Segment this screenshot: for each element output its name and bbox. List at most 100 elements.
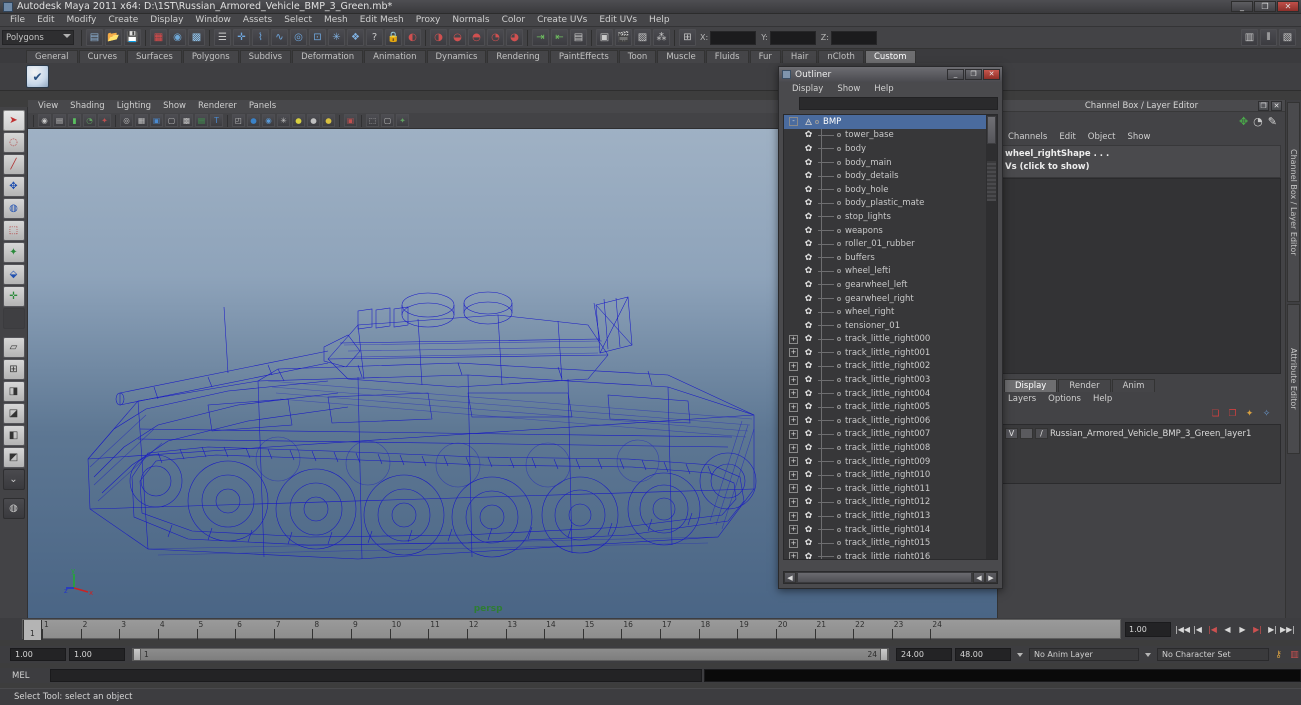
layer-menu-help[interactable]: Help — [1087, 394, 1118, 404]
smooth-shade-icon[interactable]: ● — [247, 114, 260, 127]
outliner-row[interactable]: ✿ wheel_right — [784, 305, 986, 319]
scroll-left-button-2[interactable]: ◀ — [973, 572, 985, 583]
select-tool[interactable]: ➤ — [2, 110, 25, 131]
expander-toggle[interactable]: + — [789, 470, 798, 480]
paint-select-tool[interactable]: ╱ — [2, 154, 25, 175]
outliner-menu-display[interactable]: Display — [785, 84, 830, 94]
shelf-tab-curves[interactable]: Curves — [78, 50, 127, 63]
expander-toggle[interactable]: + — [789, 402, 798, 412]
go-to-end-icon[interactable]: ▶▶| — [1280, 622, 1295, 637]
shelf-tab-custom[interactable]: Custom — [864, 50, 916, 63]
character-set-selector[interactable]: No Character Set — [1157, 648, 1269, 661]
outliner-row[interactable]: + ✿ track_little_right007 — [784, 428, 986, 442]
chevron-down-icon-2[interactable] — [1145, 652, 1151, 657]
step-forward-frame-icon[interactable]: ▶| — [1265, 622, 1280, 637]
outliner-row[interactable]: + ✿ track_little_right001 — [784, 346, 986, 360]
go-to-start-icon[interactable]: |◀◀ — [1175, 622, 1190, 637]
shelf-tab-toon[interactable]: Toon — [618, 50, 657, 63]
outliner-search-input[interactable] — [799, 97, 998, 110]
menu-set-selector[interactable]: Polygons — [2, 30, 74, 45]
shelf-tab-subdivs[interactable]: Subdivs — [239, 50, 292, 63]
checkmark-shelf-icon[interactable]: ✔ — [26, 65, 49, 88]
outliner-row[interactable]: ✿ body — [784, 142, 986, 156]
wireframe-icon[interactable]: ◰ — [232, 114, 245, 127]
shelf-tab-painteffects[interactable]: PaintEffects — [549, 50, 618, 63]
expander-toggle[interactable] — [789, 240, 798, 249]
playback-end-time-field[interactable]: 24.00 — [896, 648, 952, 661]
save-scene-icon[interactable]: 💾 — [124, 29, 141, 46]
outliner-row[interactable]: + ✿ track_little_right012 — [784, 496, 986, 510]
expander-toggle[interactable] — [789, 199, 798, 208]
menu-proxy[interactable]: Proxy — [410, 14, 447, 27]
four-view-layout[interactable]: ⊞ — [2, 359, 25, 380]
input-connections-icon[interactable]: ⇥ — [532, 29, 549, 46]
field-chart-icon[interactable]: ▣ — [150, 114, 163, 127]
render-current-frame-icon[interactable]: ◐ — [404, 29, 421, 46]
expander-toggle[interactable] — [789, 172, 798, 181]
render-diagnostics-icon[interactable]: ◕ — [506, 29, 523, 46]
outliner-row[interactable]: + ✿ track_little_right004 — [784, 387, 986, 401]
outliner-row[interactable]: + ✿ track_little_right003 — [784, 373, 986, 387]
show-hide-ui-panels-icon[interactable]: ▥ — [1241, 29, 1258, 46]
select-camera-icon[interactable]: ◉ — [38, 114, 51, 127]
outliner-menu-show[interactable]: Show — [830, 84, 867, 94]
outliner-row[interactable]: + ✿ track_little_right005 — [784, 400, 986, 414]
current-time-indicator[interactable]: 1 — [23, 620, 42, 640]
outliner-row[interactable]: + ✿ track_little_right014 — [784, 523, 986, 537]
play-backwards-icon[interactable]: ◀ — [1220, 622, 1235, 637]
expander-toggle[interactable]: + — [789, 416, 798, 426]
menu-select[interactable]: Select — [278, 14, 318, 27]
outliner-scroll-thumb[interactable] — [987, 116, 996, 144]
persp-outliner-layout[interactable]: ◨ — [2, 381, 25, 402]
image-plane-icon[interactable]: ▮ — [68, 114, 81, 127]
chevron-down-icon[interactable] — [1017, 652, 1023, 657]
expander-toggle[interactable]: + — [789, 348, 798, 358]
new-scene-icon[interactable]: ▤ — [86, 29, 103, 46]
shelf-tab-hair[interactable]: Hair — [781, 50, 818, 63]
outliner-row[interactable]: ✿ gearwheel_right — [784, 292, 986, 306]
move-tool[interactable]: ✥ — [2, 176, 25, 197]
soft-modification-tool[interactable]: ⬙ — [2, 264, 25, 285]
menu-file[interactable]: File — [4, 14, 31, 27]
isolate-select-icon[interactable]: ⬚ — [366, 114, 379, 127]
menu-window[interactable]: Window — [189, 14, 237, 27]
selection-mask-icon[interactable]: ☰ — [214, 29, 231, 46]
anim-layer-selector[interactable]: No Anim Layer — [1029, 648, 1139, 661]
single-perspective-layout[interactable]: ▱ — [2, 337, 25, 358]
scroll-right-button[interactable]: ▶ — [985, 572, 997, 583]
outliner-row[interactable]: ✿ roller_01_rubber — [784, 237, 986, 251]
channel-box-icon[interactable]: ✥ — [1239, 115, 1248, 128]
safe-title-icon[interactable]: ▩ — [180, 114, 193, 127]
snap-point-icon[interactable]: ∿ — [271, 29, 288, 46]
use-default-light-icon[interactable]: ● — [292, 114, 305, 127]
shelf-tab-dynamics[interactable]: Dynamics — [426, 50, 487, 63]
playblast-icon[interactable]: 🎬 — [615, 29, 632, 46]
outliner-row[interactable]: + ✿ track_little_right008 — [784, 441, 986, 455]
viewport-menu-lighting[interactable]: Lighting — [111, 100, 157, 113]
outliner-row[interactable]: ✿ tensioner_01 — [784, 319, 986, 333]
outliner-row[interactable]: ✿ tower_base — [784, 129, 986, 143]
channel-menu-object[interactable]: Object — [1082, 132, 1122, 142]
menu-create-uvs[interactable]: Create UVs — [531, 14, 593, 27]
smooth-shade-all-icon[interactable]: ◉ — [262, 114, 275, 127]
layout-menu-button[interactable]: ⌄ — [2, 469, 25, 490]
animation-end-time-field[interactable]: 48.00 — [955, 648, 1011, 661]
universal-manipulator-tool[interactable]: ✦ — [2, 242, 25, 263]
select-by-object-icon[interactable]: ◉ — [169, 29, 186, 46]
outliner-row[interactable]: ✿ buffers — [784, 251, 986, 265]
outliner-maximize-button[interactable]: ❐ — [965, 69, 982, 80]
menu-modify[interactable]: Modify — [61, 14, 103, 27]
expander-toggle[interactable] — [789, 226, 798, 235]
outliner-row[interactable]: ✿ stop_lights — [784, 210, 986, 224]
close-button[interactable]: ✕ — [1277, 1, 1299, 12]
shelf-tab-rendering[interactable]: Rendering — [487, 50, 549, 63]
ipr-render-icon[interactable]: ◑ — [430, 29, 447, 46]
outliner-row[interactable]: + ✿ track_little_right000 — [784, 333, 986, 347]
make-live-icon[interactable]: ❖ — [347, 29, 364, 46]
layer-playback-toggle[interactable] — [1020, 428, 1033, 439]
outliner-row[interactable]: + ✿ track_little_right016 — [784, 550, 986, 559]
layer-attributes-icon[interactable]: ✧ — [1260, 408, 1273, 420]
hardware-texture-icon[interactable]: ✳ — [277, 114, 290, 127]
expander-toggle[interactable] — [789, 185, 798, 194]
outliner-tree-list[interactable]: - 🜁 BMP ✿ tower_base ✿ body ✿ body_main ✿ body_… — [784, 115, 986, 559]
